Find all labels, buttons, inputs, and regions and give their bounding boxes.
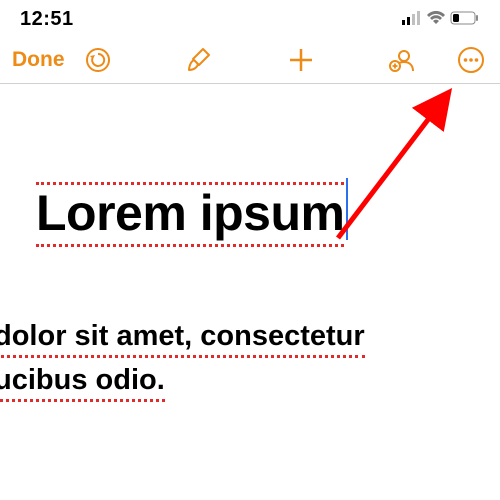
more-button[interactable] [456, 45, 486, 75]
status-indicators [402, 8, 480, 31]
status-bar: 12:51 [0, 0, 500, 37]
document-title[interactable]: Lorem ipsum [36, 185, 344, 241]
plus-button[interactable] [286, 45, 316, 75]
spellcheck-line-bottom [36, 244, 344, 247]
undo-button[interactable] [83, 45, 113, 75]
done-button[interactable]: Done [12, 48, 65, 72]
toolbar: Done [0, 37, 500, 84]
document-canvas[interactable]: Lorem ipsum dolor sit amet, consectetur … [0, 84, 500, 408]
text-cursor [346, 178, 348, 240]
spellcheck-line-top [36, 182, 344, 185]
battery-icon [450, 8, 480, 31]
status-time: 12:51 [20, 8, 74, 31]
body-line-2[interactable]: ucibus odio. [0, 364, 165, 402]
body-block[interactable]: dolor sit amet, consectetur ucibus odio. [0, 320, 500, 408]
wifi-icon [426, 8, 446, 31]
title-block[interactable]: Lorem ipsum [36, 184, 344, 247]
brush-button[interactable] [184, 45, 214, 75]
body-line-1[interactable]: dolor sit amet, consectetur [0, 320, 365, 358]
collaborate-button[interactable] [388, 45, 418, 75]
signal-icon [402, 8, 422, 31]
